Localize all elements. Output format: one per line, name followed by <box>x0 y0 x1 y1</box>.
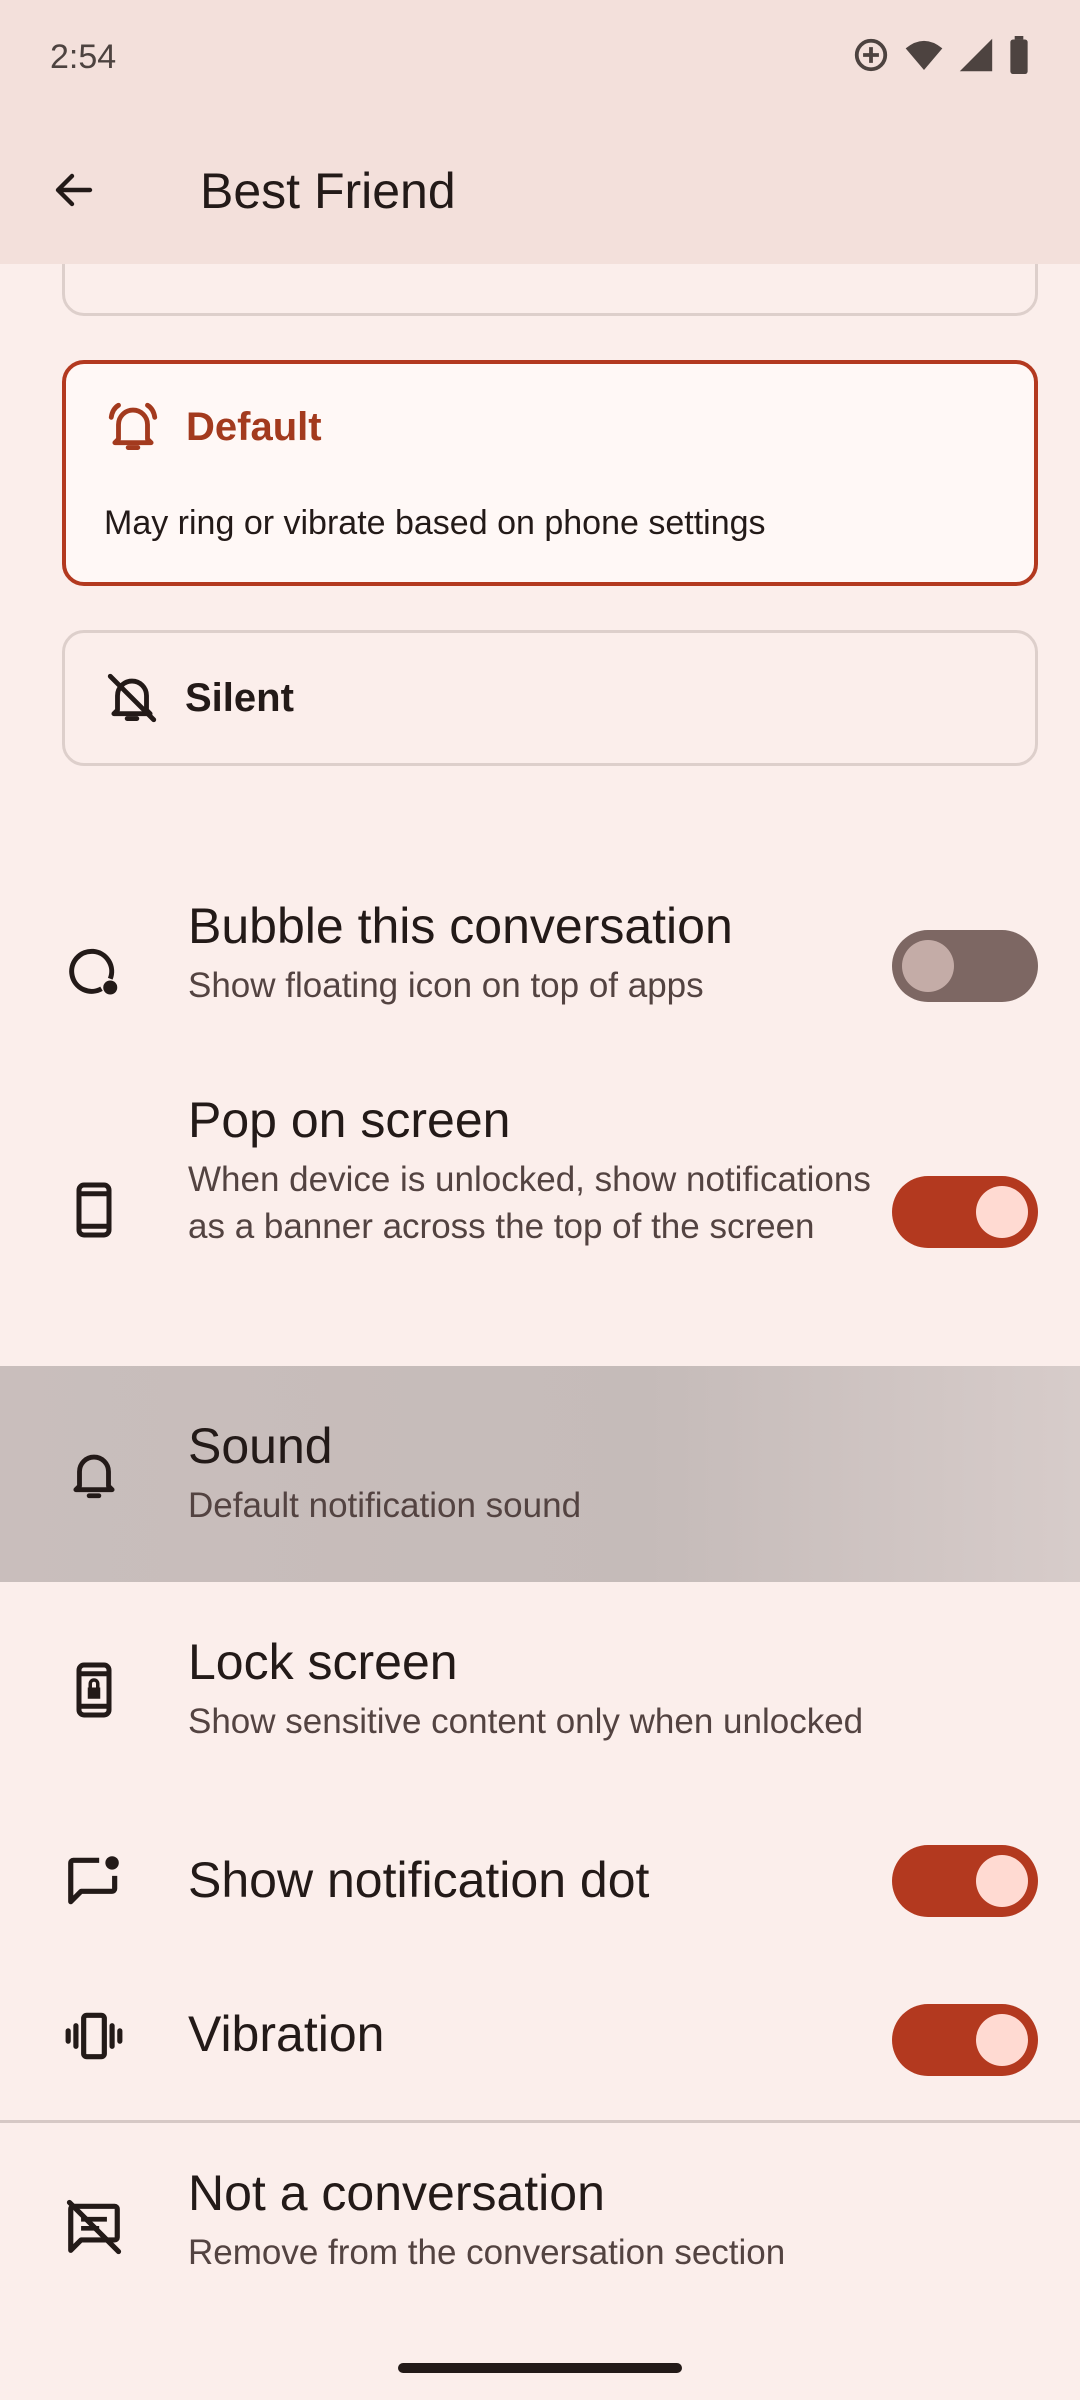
priority-option-default[interactable]: Default May ring or vibrate based on pho… <box>62 360 1038 586</box>
back-arrow-icon <box>55 173 93 207</box>
data-saver-icon <box>854 38 888 72</box>
battery-icon <box>1010 36 1028 74</box>
setting-sound[interactable]: Sound Default notification sound <box>0 1366 1080 1582</box>
bubble-title: Bubble this conversation <box>188 898 733 954</box>
setting-lock-screen[interactable]: Lock screen Show sensitive content only … <box>0 1582 1080 1798</box>
default-option-description: May ring or vibrate based on phone setti… <box>104 504 766 542</box>
toggle-knob <box>976 2014 1028 2066</box>
lock-subtitle: Show sensitive content only when unlocke… <box>188 1702 864 1741</box>
bell-off-icon <box>107 673 157 723</box>
phone-icon <box>62 1178 126 1242</box>
not-conversation-subtitle: Remove from the conversation section <box>188 2233 786 2272</box>
vibration-toggle[interactable] <box>892 2004 1038 2076</box>
setting-bubble[interactable]: Bubble this conversation Show floating i… <box>0 874 1080 1064</box>
priority-option-silent[interactable]: Silent <box>62 630 1038 766</box>
gesture-home-bar[interactable] <box>398 2363 682 2373</box>
not-conversation-title: Not a conversation <box>188 2165 605 2221</box>
setting-notification-dot[interactable]: Show notification dot <box>0 1798 1080 1964</box>
bubble-icon <box>62 938 126 1002</box>
silent-option-label: Silent <box>185 675 294 720</box>
setting-vibration[interactable]: Vibration <box>0 1964 1080 2120</box>
bell-icon <box>62 1442 126 1506</box>
vibration-icon <box>62 2004 126 2068</box>
lock-screen-icon <box>62 1658 126 1722</box>
lock-title: Lock screen <box>188 1634 458 1690</box>
default-option-label: Default <box>186 404 322 449</box>
notification-dot-icon <box>62 1849 126 1913</box>
vibration-title: Vibration <box>188 2006 385 2062</box>
page-title: Best Friend <box>200 163 456 219</box>
priority-option-card[interactable] <box>62 264 1038 316</box>
bubble-toggle[interactable] <box>892 930 1038 1002</box>
pop-title: Pop on screen <box>188 1092 511 1148</box>
status-icons <box>852 36 1030 74</box>
settings-content[interactable]: Default May ring or vibrate based on pho… <box>0 264 1080 2400</box>
wifi-icon <box>905 40 943 70</box>
bubble-subtitle: Show floating icon on top of apps <box>188 966 704 1005</box>
toggle-knob <box>976 1855 1028 1907</box>
signal-icon <box>959 38 993 72</box>
setting-not-a-conversation[interactable]: Not a conversation Remove from the conve… <box>0 2123 1080 2323</box>
sound-subtitle: Default notification sound <box>188 1486 582 1525</box>
setting-pop-on-screen[interactable]: Pop on screen When device is unlocked, s… <box>0 1090 1080 1340</box>
sound-title: Sound <box>188 1418 333 1474</box>
dot-title: Show notification dot <box>188 1852 650 1908</box>
toggle-knob <box>902 940 954 992</box>
pop-toggle[interactable] <box>892 1176 1038 1248</box>
app-bar: 2:54 Best Friend <box>0 0 1080 264</box>
back-button[interactable] <box>34 150 114 230</box>
bell-ringing-icon <box>108 402 158 450</box>
toggle-knob <box>976 1186 1028 1238</box>
status-time: 2:54 <box>50 38 117 76</box>
dot-toggle[interactable] <box>892 1845 1038 1917</box>
conversation-off-icon <box>62 2195 126 2259</box>
pop-subtitle: When device is unlocked, show notificati… <box>188 1160 871 1247</box>
